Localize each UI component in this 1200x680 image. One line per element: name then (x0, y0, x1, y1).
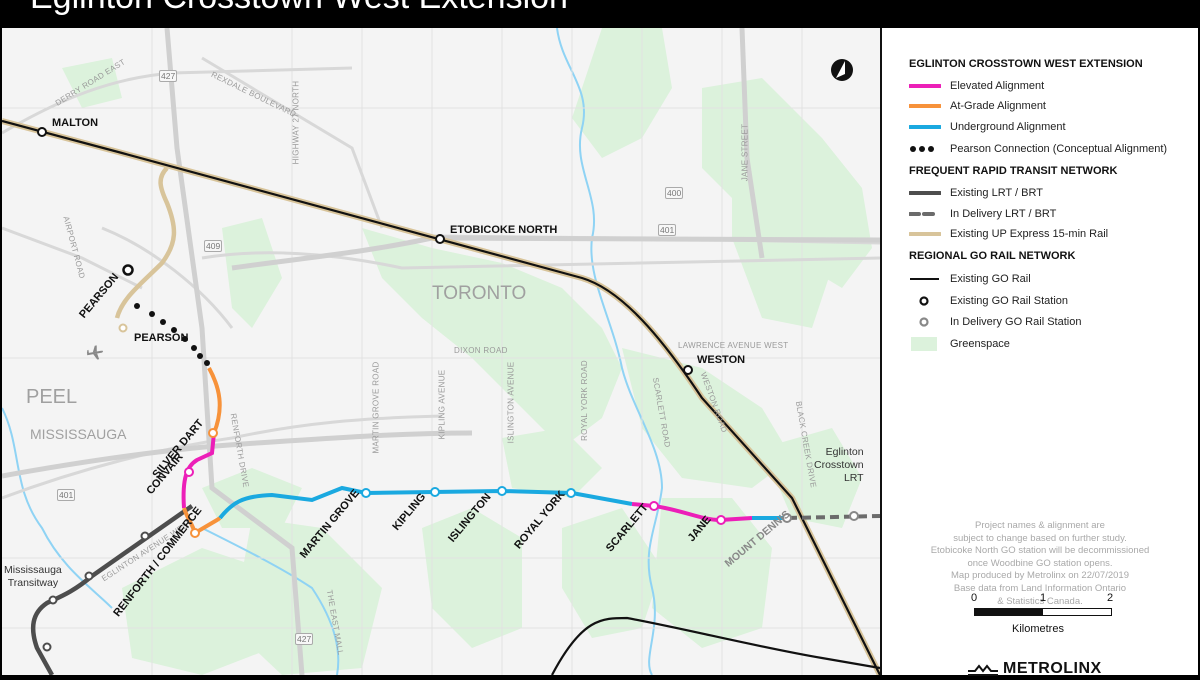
title-bar: Eglinton Crosstown West Extension (0, 0, 1200, 28)
legend-item-go-rail: Existing GO Rail (909, 272, 1199, 286)
airplane-icon (86, 345, 104, 360)
station-transitway-2[interactable] (84, 571, 94, 581)
legend-item-greenspace: Greenspace (909, 337, 1199, 351)
map-area[interactable]: PEEL MISSISSAUGA TORONTO DERRY ROAD EAST… (2, 28, 882, 675)
up-express-spur (114, 166, 177, 319)
label-mississauga-transitway: Mississauga Transitway (4, 564, 62, 589)
underground-line-icon (909, 125, 941, 129)
north-arrow-icon (831, 59, 853, 81)
label-pearson-ecwe: PEARSON (134, 332, 189, 344)
in-delivery-lrt-dash-icon (909, 212, 935, 216)
shield-427-south: 427 (295, 633, 314, 645)
station-weston[interactable] (683, 365, 693, 375)
map-frame: PEEL MISSISSAUGA TORONTO DERRY ROAD EAST… (2, 28, 1199, 677)
scale-tick-0: 0 (971, 592, 978, 604)
station-crosstown-east[interactable] (849, 511, 859, 521)
station-etobicoke-north[interactable] (435, 234, 445, 244)
region-label-peel: PEEL (26, 386, 78, 408)
scale-segment-black (974, 608, 1044, 616)
scale-bar: 0 1 2 Kilometres (971, 592, 1114, 660)
road-label-royal-york: ROYAL YORK ROAD (579, 360, 589, 441)
legend-panel: EGLINTON CROSSTOWN WEST EXTENSION Elevat… (882, 28, 1199, 677)
region-label-toronto: TORONTO (432, 283, 527, 304)
road-label-lawrence: LAWRENCE AVENUE WEST (678, 341, 789, 350)
map-title: Eglinton Crosstown West Extension (30, 0, 568, 17)
scale-tick-2: 2 (1107, 592, 1114, 604)
dotted-line-icon (910, 146, 934, 152)
station-martin-grove[interactable] (361, 488, 371, 498)
shield-401-east: 401 (658, 224, 677, 236)
legend-item-up-express: Existing UP Express 15-min Rail (909, 227, 1199, 241)
legend-item-underground: Underground Alignment (909, 120, 1199, 134)
elevated-line-icon (909, 84, 941, 88)
label-etobicoke-north: ETOBICOKE NORTH (450, 224, 558, 236)
station-transitway-4[interactable] (42, 642, 52, 652)
legend-item-in-delivery-lrt: In Delivery LRT / BRT (909, 207, 1199, 221)
station-pearson-up[interactable] (122, 264, 134, 276)
legend-item-elevated: Elevated Alignment (909, 79, 1199, 93)
legend-heading-ecwe: EGLINTON CROSSTOWN WEST EXTENSION (909, 58, 1143, 70)
road-label-kipling: KIPLING AVENUE (437, 369, 447, 440)
legend-item-go-station: Existing GO Rail Station (909, 294, 1199, 308)
legend-heading-regional-go: REGIONAL GO RAIL NETWORK (909, 250, 1076, 262)
legend-heading-frequent-rapid-transit: FREQUENT RAPID TRANSIT NETWORK (909, 165, 1118, 177)
road-label-martin-grove: MARTIN GROVE ROAD (371, 361, 381, 454)
station-silver-dart[interactable] (208, 428, 218, 438)
scale-unit: Kilometres (1012, 623, 1064, 635)
station-transitway-3[interactable] (48, 595, 58, 605)
station-islington[interactable] (497, 486, 507, 496)
legend-item-pearson-connection: Pearson Connection (Conceptual Alignment… (909, 142, 1199, 156)
shield-401-west: 401 (57, 489, 76, 501)
region-label-mississauga: MISSISSAUGA (30, 426, 127, 442)
shield-427-north: 427 (159, 70, 178, 82)
station-malton[interactable] (37, 127, 47, 137)
at-grade-segment-north (207, 367, 222, 434)
station-pearson-terminal[interactable] (118, 323, 128, 333)
greenspace-swatch-icon (911, 337, 937, 351)
in-delivery-station-icon (919, 317, 929, 327)
at-grade-line-icon (909, 104, 941, 108)
existing-station-icon (919, 296, 929, 306)
shield-400: 400 (665, 187, 684, 199)
metrolinx-logo: METROLINX (967, 660, 1127, 680)
go-rail-line-icon (910, 278, 939, 280)
scale-tick-1: 1 (1040, 592, 1047, 604)
road-label-islington: ISLINGTON AVENUE (506, 361, 516, 444)
existing-lrt-line-icon (909, 191, 941, 195)
label-weston: WESTON (697, 354, 746, 366)
road-label-dixon: DIXON ROAD (454, 346, 508, 355)
legend-item-at-grade: At-Grade Alignment (909, 99, 1199, 113)
metrolinx-wordmark: METROLINX (1003, 660, 1102, 677)
station-transitway-1[interactable] (140, 531, 150, 541)
shield-409: 409 (204, 240, 223, 252)
station-convair[interactable] (184, 467, 194, 477)
station-kipling[interactable] (430, 487, 440, 497)
legend-item-in-delivery-station: In Delivery GO Rail Station (909, 315, 1199, 329)
label-malton: MALTON (52, 117, 99, 129)
road-label-jane-street: JANE STREET (740, 123, 750, 182)
label-eglinton-crosstown-lrt: Eglinton Crosstown LRT (814, 446, 864, 484)
legend-item-existing-lrt: Existing LRT / BRT (909, 186, 1199, 200)
station-royal-york[interactable] (566, 488, 576, 498)
station-renforth-commerce[interactable] (190, 528, 200, 538)
scale-segment-white (1042, 608, 1112, 616)
station-jane[interactable] (716, 515, 726, 525)
up-express-line-icon (909, 232, 941, 236)
road-label-hwy27: HIGHWAY 27 NORTH (291, 80, 301, 165)
